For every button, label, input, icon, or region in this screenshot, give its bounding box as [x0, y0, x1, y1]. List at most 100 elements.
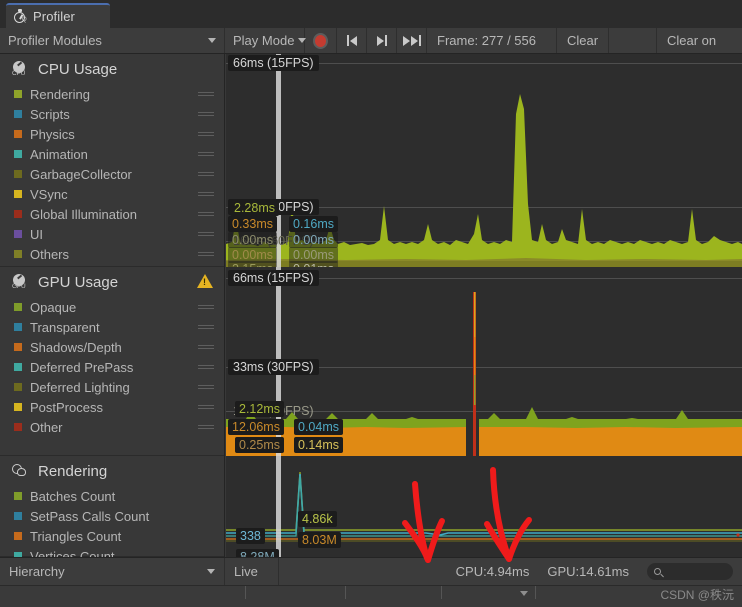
- module-item[interactable]: Batches Count: [0, 486, 224, 506]
- live-toggle[interactable]: Live: [225, 558, 279, 585]
- chart-value-label: 0.01ms: [289, 261, 338, 267]
- module-item[interactable]: Scripts: [0, 104, 224, 124]
- chart-value-label: 0.04ms: [294, 419, 343, 435]
- chart-rendering[interactable]: 4.86k 338 8.03M 8.28M: [226, 456, 742, 557]
- legend-swatch: [14, 230, 22, 238]
- module-item[interactable]: PostProcess: [0, 397, 224, 417]
- chart-gridline-label: 66ms (15FPS): [228, 54, 319, 71]
- drag-handle-icon[interactable]: [198, 172, 214, 177]
- chart-gpu-usage[interactable]: 66ms (15FPS) 33ms (30FPS) 16ms (60FPS) 2…: [226, 267, 742, 456]
- last-frame-icon: [402, 35, 421, 46]
- next-frame-icon: [376, 35, 387, 46]
- drag-handle-icon[interactable]: [198, 305, 214, 310]
- chart-value-label: 0.16ms: [289, 216, 338, 232]
- drag-handle-icon[interactable]: [198, 152, 214, 157]
- drag-handle-icon[interactable]: [198, 385, 214, 390]
- drag-handle-icon[interactable]: [198, 92, 214, 97]
- module-item[interactable]: VSync: [0, 184, 224, 204]
- clear-button[interactable]: Clear: [557, 28, 609, 53]
- search-field[interactable]: [638, 558, 742, 585]
- search-input[interactable]: [647, 563, 733, 580]
- chevron-down-icon: [207, 569, 215, 574]
- legend-swatch: [14, 323, 22, 331]
- module-item[interactable]: Global Illumination: [0, 204, 224, 224]
- drag-handle-icon[interactable]: [198, 425, 214, 430]
- chart-value-label: 0.00ms: [289, 232, 338, 248]
- play-mode-dropdown[interactable]: Play Mode: [225, 28, 307, 53]
- clear-on-play-button[interactable]: Clear on: [657, 28, 742, 53]
- drag-handle-icon[interactable]: [198, 405, 214, 410]
- module-item[interactable]: GarbageCollector: [0, 164, 224, 184]
- module-item[interactable]: Triangles Count: [0, 526, 224, 546]
- module-item[interactable]: Rendering: [0, 84, 224, 104]
- chart-value-label: 4.86k: [298, 511, 337, 527]
- record-button[interactable]: [305, 28, 337, 53]
- drag-handle-icon[interactable]: [198, 132, 214, 137]
- drag-handle-icon[interactable]: [198, 252, 214, 257]
- module-header: GPU GPU Usage: [0, 267, 224, 297]
- module-item-label: GarbageCollector: [30, 166, 132, 182]
- frame-counter: Frame: 277 / 556: [427, 28, 557, 53]
- last-frame-button[interactable]: [397, 28, 427, 53]
- footer-ticks: [245, 586, 565, 601]
- first-frame-button[interactable]: [337, 28, 367, 53]
- chart-cpu-usage[interactable]: 66ms (15FPS) 33ms (30FPS) 16ms (60FPS) 2…: [226, 54, 742, 267]
- gpu-time-label: GPU:14.61ms: [547, 564, 629, 579]
- module-cpu-usage[interactable]: CPU CPU Usage Rendering Scripts Physics …: [0, 54, 224, 267]
- module-item[interactable]: UI: [0, 224, 224, 244]
- toolbar-gap: [609, 28, 657, 53]
- search-icon: [654, 568, 661, 575]
- module-item[interactable]: SetPass Calls Count: [0, 506, 224, 526]
- legend-swatch: [14, 423, 22, 431]
- chart-value-label: 8.03M: [298, 532, 341, 548]
- legend-swatch: [14, 110, 22, 118]
- module-item[interactable]: Opaque: [0, 297, 224, 317]
- next-frame-button[interactable]: [367, 28, 397, 53]
- chart-area: 66ms (15FPS) 33ms (30FPS) 16ms (60FPS) 2…: [226, 54, 742, 557]
- timing-summary: CPU:4.94ms GPU:14.61ms: [279, 558, 638, 585]
- module-item[interactable]: Deferred Lighting: [0, 377, 224, 397]
- drag-handle-icon[interactable]: [198, 112, 214, 117]
- watermark: CSDN @秩沅: [660, 588, 734, 602]
- module-item[interactable]: Deferred PrePass: [0, 357, 224, 377]
- module-rendering[interactable]: Rendering Batches Count SetPass Calls Co…: [0, 456, 224, 564]
- legend-swatch: [14, 90, 22, 98]
- drag-handle-icon[interactable]: [198, 192, 214, 197]
- module-item-label: Transparent: [30, 319, 100, 335]
- module-item[interactable]: Others: [0, 244, 224, 264]
- drag-handle-icon[interactable]: [198, 345, 214, 350]
- module-gpu-usage[interactable]: GPU GPU Usage Opaque Transparent Shadows…: [0, 267, 224, 456]
- frame-counter-label: Frame: 277 / 556: [437, 33, 536, 48]
- warning-triangle-icon: [197, 274, 213, 288]
- module-item-label: Other: [30, 419, 63, 435]
- legend-swatch: [14, 363, 22, 371]
- module-header: CPU CPU Usage: [0, 54, 224, 84]
- legend-swatch: [14, 190, 22, 198]
- toolbar: Profiler Modules Play Mode Frame: 277 / …: [0, 28, 742, 54]
- module-item[interactable]: Shadows/Depth: [0, 337, 224, 357]
- chart-value-label: 2.12ms: [235, 401, 284, 417]
- legend-swatch: [14, 303, 22, 311]
- module-item-label: Animation: [30, 146, 88, 162]
- drag-handle-icon[interactable]: [198, 232, 214, 237]
- module-item[interactable]: Physics: [0, 124, 224, 144]
- tab-strip: Q Profiler: [0, 0, 742, 28]
- module-item-label: Deferred PrePass: [30, 359, 134, 375]
- legend-swatch: [14, 492, 22, 500]
- drag-handle-icon[interactable]: [198, 212, 214, 217]
- chart-playhead[interactable]: [276, 456, 281, 557]
- chart-value-label: 12.06ms: [228, 419, 284, 435]
- drag-handle-icon[interactable]: [198, 325, 214, 330]
- module-item-label: Physics: [30, 126, 75, 142]
- module-item[interactable]: Animation: [0, 144, 224, 164]
- hierarchy-dropdown[interactable]: Hierarchy: [0, 558, 225, 585]
- module-item[interactable]: Transparent: [0, 317, 224, 337]
- drag-handle-icon[interactable]: [198, 365, 214, 370]
- module-title: Rendering: [38, 462, 108, 480]
- profiler-modules-dropdown[interactable]: Profiler Modules: [0, 28, 225, 53]
- stopwatch-icon: Q: [13, 9, 28, 24]
- module-list: CPU CPU Usage Rendering Scripts Physics …: [0, 54, 225, 564]
- legend-swatch: [14, 150, 22, 158]
- tab-profiler[interactable]: Q Profiler: [6, 3, 110, 28]
- module-item[interactable]: Other: [0, 417, 224, 437]
